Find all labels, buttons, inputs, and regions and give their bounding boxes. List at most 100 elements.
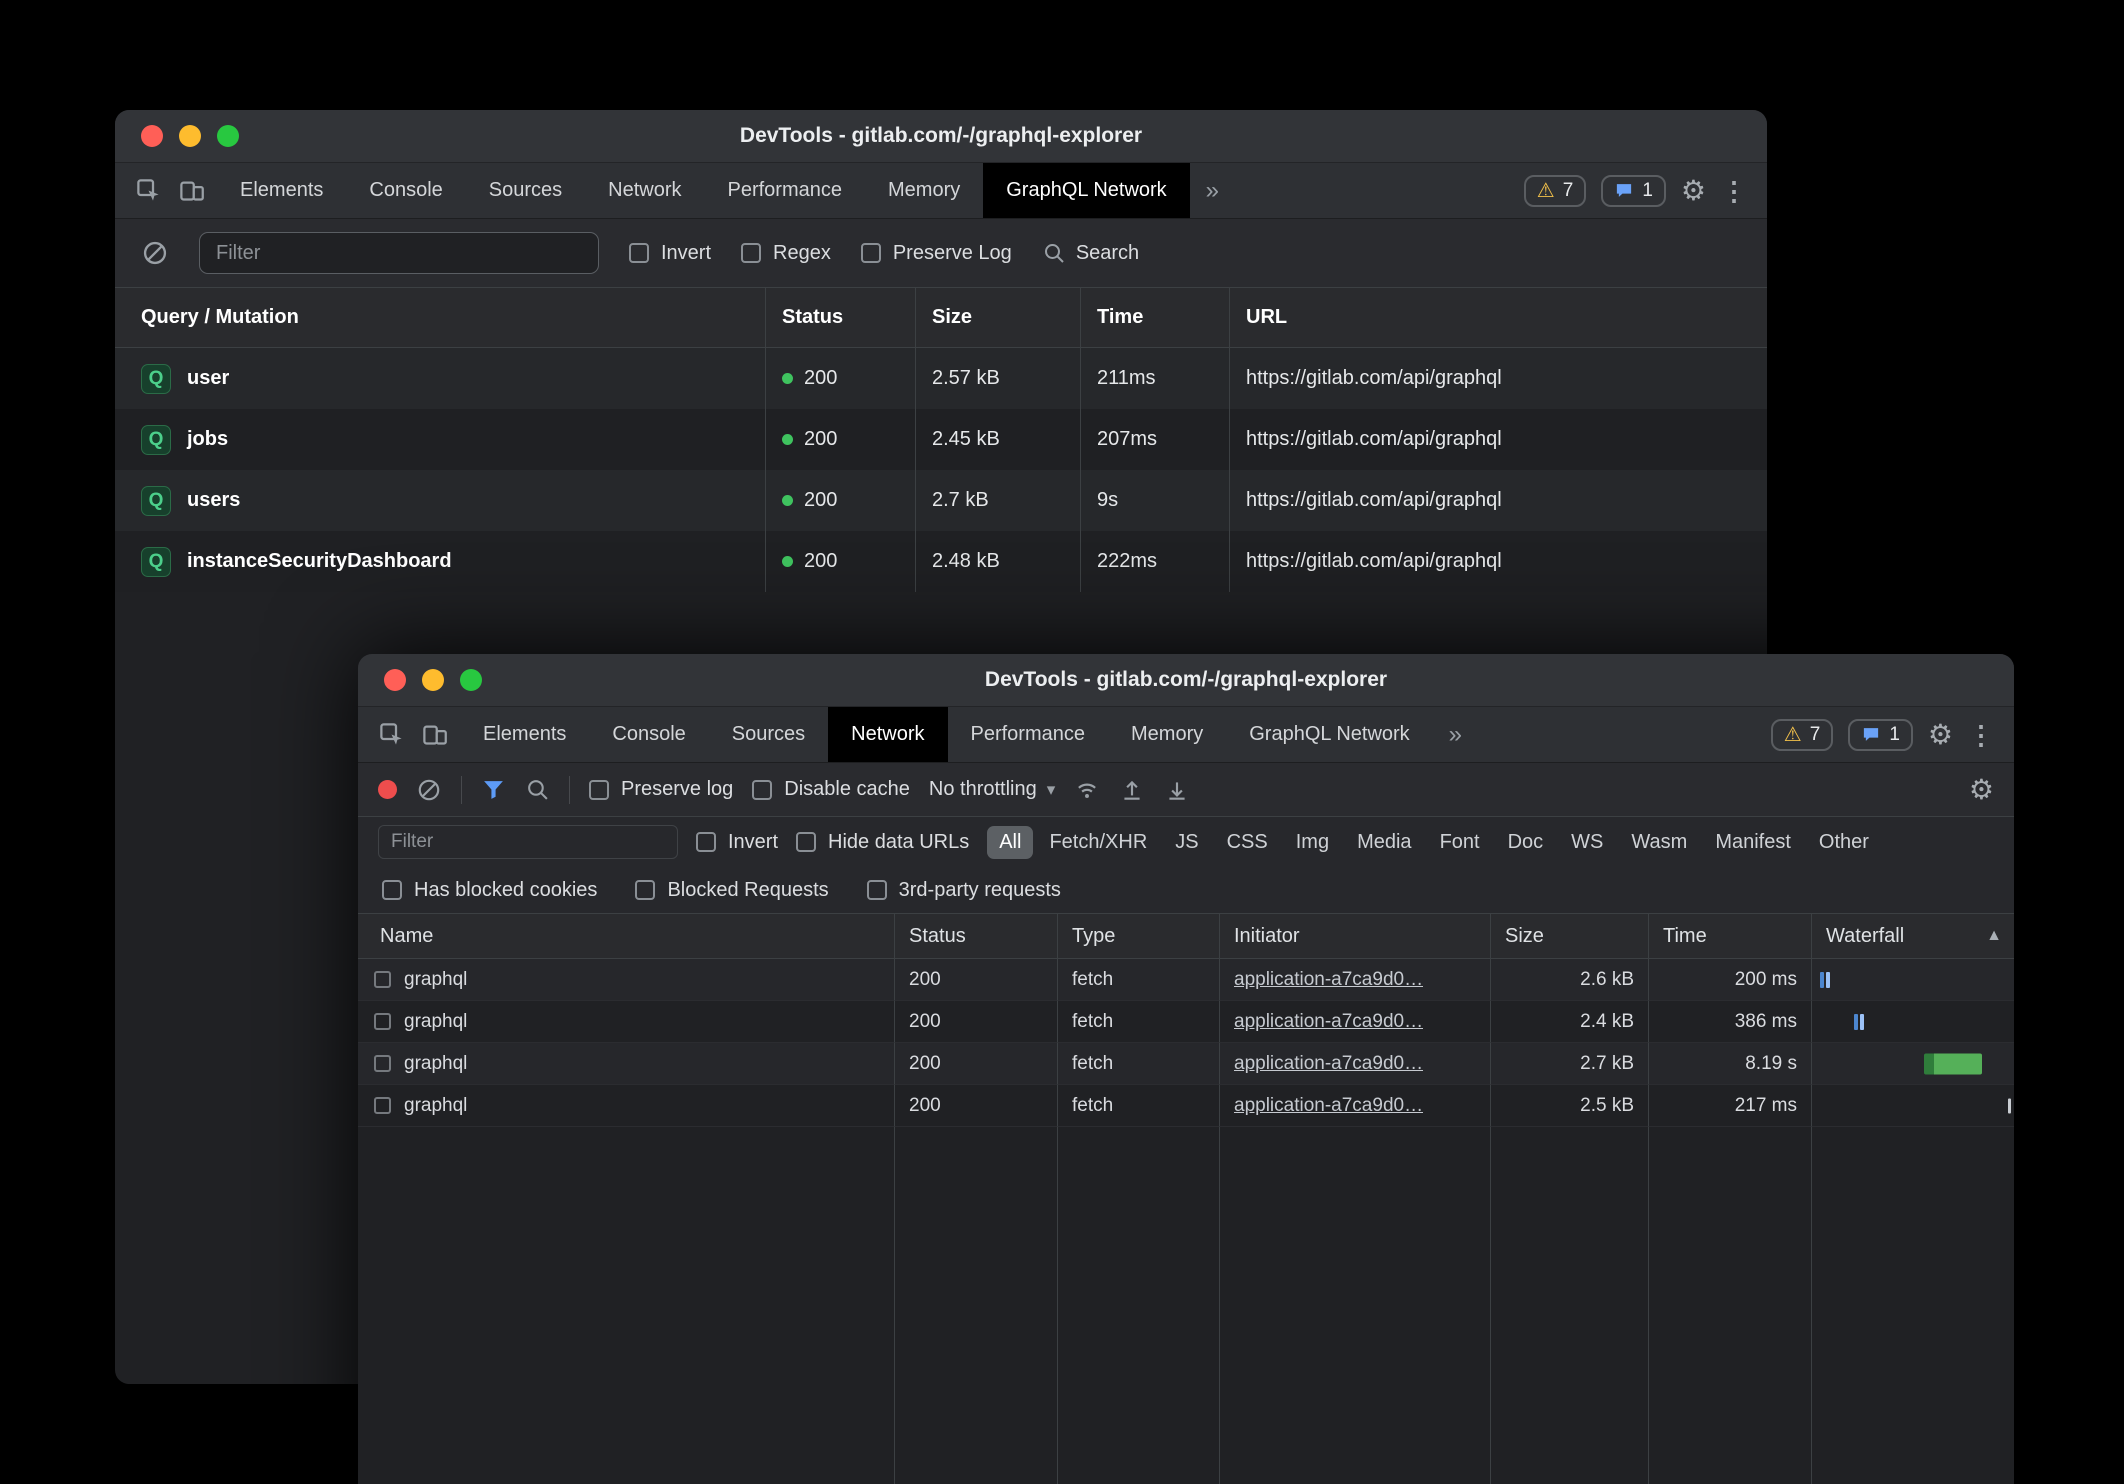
column-header-time[interactable]: Time: [1080, 288, 1229, 348]
overflow-menu-icon[interactable]: ⋮: [1968, 722, 1994, 748]
column-header-status[interactable]: Status: [894, 914, 1057, 959]
status-value: 200: [804, 489, 837, 512]
titlebar[interactable]: DevTools - gitlab.com/-/graphql-explorer: [358, 654, 2014, 707]
close-button[interactable]: [141, 125, 163, 147]
tab-memory[interactable]: Memory: [1108, 707, 1226, 762]
status-value: 200: [894, 959, 1057, 1001]
tab-memory[interactable]: Memory: [865, 163, 983, 218]
row-checkbox[interactable]: [374, 1055, 391, 1072]
throttling-select[interactable]: No throttling ▾: [929, 778, 1055, 801]
type-filter-ws[interactable]: WS: [1559, 826, 1615, 859]
column-header-initiator[interactable]: Initiator: [1219, 914, 1490, 959]
tab-graphql-network[interactable]: GraphQL Network: [983, 163, 1189, 218]
titlebar[interactable]: DevTools - gitlab.com/-/graphql-explorer: [115, 110, 1767, 163]
initiator-link[interactable]: application-a7ca9d0…: [1234, 1095, 1423, 1117]
issues-badge[interactable]: 1: [1601, 175, 1666, 207]
clear-icon[interactable]: [141, 239, 169, 267]
column-header-size[interactable]: Size: [1490, 914, 1648, 959]
network-filter-bar: Invert Hide data URLs All Fetch/XHR JS C…: [358, 817, 2014, 867]
close-button[interactable]: [384, 669, 406, 691]
tab-performance[interactable]: Performance: [948, 707, 1109, 762]
clear-icon[interactable]: [416, 777, 442, 803]
tab-network[interactable]: Network: [585, 163, 704, 218]
device-toolbar-icon[interactable]: [178, 177, 205, 204]
warnings-badge[interactable]: ⚠ 7: [1524, 175, 1587, 207]
more-tabs-button[interactable]: »: [1190, 163, 1235, 218]
initiator-link[interactable]: application-a7ca9d0…: [1234, 1011, 1423, 1033]
preserve-log-checkbox[interactable]: Preserve Log: [861, 242, 1012, 265]
type-filter-manifest[interactable]: Manifest: [1703, 826, 1803, 859]
import-har-icon[interactable]: [1119, 777, 1145, 803]
network-settings-gear-icon[interactable]: ⚙: [1969, 776, 1994, 804]
has-blocked-cookies-checkbox[interactable]: Has blocked cookies: [382, 879, 597, 902]
initiator-link[interactable]: application-a7ca9d0…: [1234, 1053, 1423, 1075]
invert-checkbox[interactable]: Invert: [629, 242, 711, 265]
filter-funnel-icon[interactable]: [481, 777, 506, 802]
row-checkbox[interactable]: [374, 1013, 391, 1030]
tab-elements[interactable]: Elements: [217, 163, 346, 218]
settings-gear-icon[interactable]: ⚙: [1928, 721, 1953, 749]
column-header-time[interactable]: Time: [1648, 914, 1811, 959]
tab-graphql-network[interactable]: GraphQL Network: [1226, 707, 1432, 762]
export-har-icon[interactable]: [1164, 777, 1190, 803]
tab-console[interactable]: Console: [589, 707, 708, 762]
type-filter-all[interactable]: All: [987, 826, 1033, 859]
type-filter-fetch-xhr[interactable]: Fetch/XHR: [1037, 826, 1159, 859]
row-checkbox[interactable]: [374, 1097, 391, 1114]
filter-input[interactable]: [199, 232, 599, 274]
url-value: https://gitlab.com/api/graphql: [1229, 348, 1767, 409]
regex-checkbox[interactable]: Regex: [741, 242, 831, 265]
initiator-link[interactable]: application-a7ca9d0…: [1234, 969, 1423, 991]
blocked-requests-checkbox[interactable]: Blocked Requests: [635, 879, 828, 902]
column-header-query[interactable]: Query / Mutation: [115, 288, 765, 348]
more-tabs-button[interactable]: »: [1433, 707, 1478, 762]
overflow-menu-icon[interactable]: ⋮: [1721, 178, 1747, 204]
column-header-size[interactable]: Size: [915, 288, 1080, 348]
preserve-log-checkbox[interactable]: Preserve log: [589, 778, 733, 801]
type-filter-img[interactable]: Img: [1284, 826, 1341, 859]
query-type-badge: Q: [141, 486, 171, 516]
waterfall-bar: [2008, 1098, 2011, 1113]
column-header-name[interactable]: Name: [358, 914, 894, 959]
network-conditions-icon[interactable]: [1074, 777, 1100, 803]
column-header-type[interactable]: Type: [1057, 914, 1219, 959]
checkbox-icon: [861, 243, 881, 263]
column-header-waterfall[interactable]: Waterfall ▲: [1811, 914, 2014, 959]
type-filter-doc[interactable]: Doc: [1496, 826, 1556, 859]
minimize-button[interactable]: [422, 669, 444, 691]
tab-elements[interactable]: Elements: [460, 707, 589, 762]
type-filter-other[interactable]: Other: [1807, 826, 1881, 859]
device-toolbar-icon[interactable]: [421, 721, 448, 748]
warnings-badge[interactable]: ⚠ 7: [1771, 719, 1834, 751]
tab-sources[interactable]: Sources: [466, 163, 585, 218]
search-button[interactable]: Search: [1042, 241, 1139, 265]
type-filter-wasm[interactable]: Wasm: [1619, 826, 1699, 859]
invert-checkbox[interactable]: Invert: [696, 831, 778, 854]
zoom-button[interactable]: [217, 125, 239, 147]
search-icon[interactable]: [525, 777, 550, 802]
minimize-button[interactable]: [179, 125, 201, 147]
tab-console[interactable]: Console: [346, 163, 465, 218]
tab-sources[interactable]: Sources: [709, 707, 828, 762]
inspect-element-icon[interactable]: [135, 177, 162, 204]
record-button[interactable]: [378, 780, 397, 799]
issues-badge[interactable]: 1: [1848, 719, 1913, 751]
tab-performance[interactable]: Performance: [705, 163, 866, 218]
hide-data-urls-checkbox[interactable]: Hide data URLs: [796, 831, 969, 854]
tab-network[interactable]: Network: [828, 707, 947, 762]
third-party-requests-checkbox[interactable]: 3rd-party requests: [867, 879, 1061, 902]
type-filter-font[interactable]: Font: [1428, 826, 1492, 859]
disable-cache-checkbox[interactable]: Disable cache: [752, 778, 910, 801]
column-header-url[interactable]: URL: [1229, 288, 1767, 348]
type-filter-js[interactable]: JS: [1163, 826, 1210, 859]
checkbox-icon: [635, 880, 655, 900]
filter-input[interactable]: [378, 825, 678, 859]
settings-gear-icon[interactable]: ⚙: [1681, 177, 1706, 205]
column-header-status[interactable]: Status: [765, 288, 915, 348]
inspect-element-icon[interactable]: [378, 721, 405, 748]
zoom-button[interactable]: [460, 669, 482, 691]
type-filter-media[interactable]: Media: [1345, 826, 1423, 859]
checkbox-icon: [752, 780, 772, 800]
type-filter-css[interactable]: CSS: [1215, 826, 1280, 859]
row-checkbox[interactable]: [374, 971, 391, 988]
